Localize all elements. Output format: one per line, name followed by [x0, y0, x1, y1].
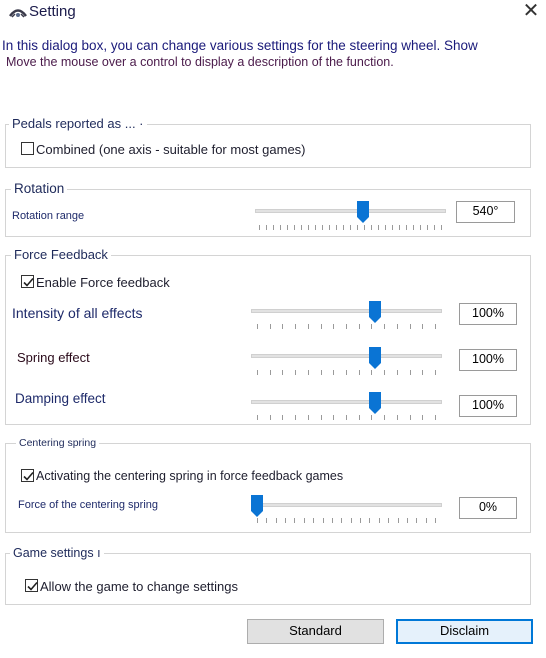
combined-label: Combined (one axis - suitable for most g… — [36, 142, 306, 157]
pedals-group-label: Pedals reported as ... · — [9, 116, 147, 131]
spring-slider-ticks — [257, 370, 436, 375]
allow-game-settings-checkbox[interactable] — [25, 579, 38, 592]
disclaim-button[interactable]: Disclaim — [396, 619, 533, 644]
damping-slider-track[interactable] — [251, 400, 442, 404]
window-title: Setting — [29, 3, 76, 20]
centering-slider-track[interactable] — [251, 503, 442, 507]
checkmark-icon — [23, 277, 34, 287]
rotation-range-label: Rotation range — [12, 210, 85, 222]
centering-slider-thumb[interactable] — [251, 495, 263, 517]
damping-value-box[interactable]: 100% — [459, 395, 517, 417]
checkmark-icon — [27, 581, 38, 591]
rotation-group-label: Rotation — [11, 181, 68, 196]
intensity-slider-track[interactable] — [251, 309, 442, 313]
activate-centering-checkbox[interactable] — [21, 469, 34, 482]
enable-force-feedback-checkbox[interactable] — [21, 275, 34, 288]
standard-button[interactable]: Standard — [247, 619, 384, 644]
game-settings-group-label: Game settings ı — [10, 546, 104, 560]
rotation-slider-ticks — [259, 225, 442, 230]
damping-slider-thumb[interactable] — [369, 392, 382, 414]
centering-value-box[interactable]: 0% — [459, 497, 517, 519]
steering-wheel-icon — [9, 9, 27, 18]
allow-game-settings-label: Allow the game to change settings — [40, 579, 239, 594]
description-line-2: Move the mouse over a control to display… — [6, 55, 394, 69]
combined-checkbox[interactable] — [21, 142, 34, 155]
intensity-label: Intensity of all effects — [12, 305, 143, 321]
intensity-slider-ticks — [257, 324, 436, 329]
rotation-value-box[interactable]: 540° — [456, 201, 515, 223]
centering-slider-ticks — [257, 518, 436, 523]
spring-value-box[interactable]: 100% — [459, 349, 517, 371]
spring-slider-track[interactable] — [251, 354, 442, 358]
damping-slider-ticks — [257, 415, 436, 420]
damping-effect-label: Damping effect — [15, 391, 106, 406]
spring-slider-thumb[interactable] — [369, 347, 382, 369]
rotation-slider-track[interactable] — [255, 209, 446, 213]
description-line-1: In this dialog box, you can change vario… — [2, 38, 478, 53]
activate-centering-label: Activating the centering spring in force… — [36, 469, 344, 483]
close-icon: ✕ — [522, 0, 540, 22]
close-button[interactable]: ✕ — [516, 0, 546, 24]
enable-force-feedback-label: Enable Force feedback — [36, 275, 170, 290]
force-feedback-group-label: Force Feedback — [11, 247, 111, 262]
centering-force-label: Force of the centering spring — [18, 499, 159, 511]
intensity-value-box[interactable]: 100% — [459, 303, 517, 325]
centering-spring-group-label: Centering spring — [16, 437, 100, 449]
rotation-slider-thumb[interactable] — [357, 201, 370, 223]
checkmark-icon — [23, 471, 34, 481]
intensity-slider-thumb[interactable] — [369, 301, 382, 323]
spring-effect-label: Spring effect — [17, 350, 90, 365]
title-bar: Setting ✕ — [0, 0, 546, 26]
